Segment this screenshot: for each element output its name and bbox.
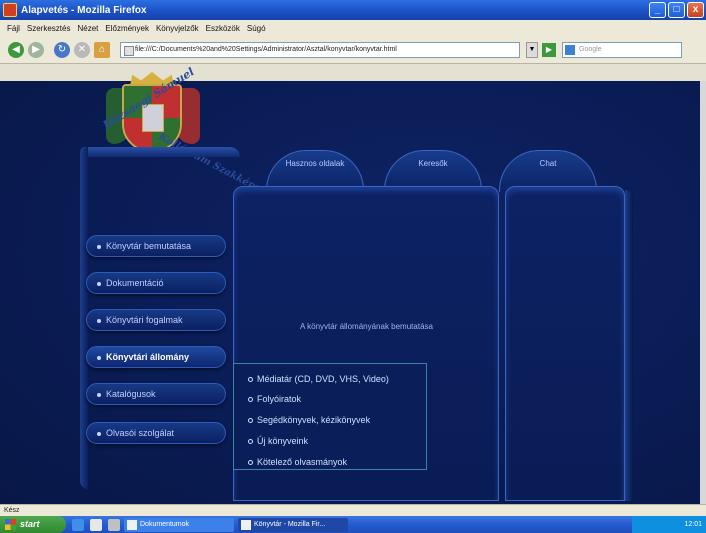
forward-button[interactable]: ▶	[28, 41, 44, 58]
windows-taskbar: start Dokumentumok Könyvtár - Mozilla Fi…	[0, 516, 706, 533]
nav-item-label: Katalógusok	[106, 389, 156, 399]
menu-edit[interactable]: Szerkesztés	[27, 24, 71, 33]
main-panel-caption: A könyvtár állományának bemutatása	[300, 322, 433, 331]
submenu-item-new-books[interactable]: Új könyveink	[248, 436, 308, 446]
panel-frame-edge	[625, 190, 633, 501]
window-titlebar: Alapvetés - Mozilla Firefox _ □ x	[0, 0, 706, 20]
nav-item-library-concepts[interactable]: Könyvtári fogalmak	[86, 309, 226, 331]
tab-label: Hasznos oldalak	[285, 159, 345, 168]
tab-label: Chat	[539, 159, 557, 168]
stop-button[interactable]: ✕	[74, 41, 90, 58]
side-content-panel	[505, 186, 625, 501]
status-bar: Kész	[0, 504, 706, 516]
browser-quicklaunch-icon[interactable]	[72, 518, 84, 531]
firefox-app-icon	[3, 3, 17, 17]
nav-item-label: Olvasói szolgálat	[106, 428, 175, 438]
address-dropdown-button[interactable]: ▼	[526, 41, 538, 58]
minimize-button[interactable]: _	[649, 2, 666, 18]
nav-item-catalogs[interactable]: Katalógusok	[86, 383, 226, 405]
nav-item-label: Könyvtári állomány	[106, 352, 190, 362]
nav-item-reader-service[interactable]: Olvasói szolgálat	[86, 422, 226, 444]
submenu-item-media[interactable]: Médiatár (CD, DVD, VHS, Video)	[248, 374, 389, 384]
menu-help[interactable]: Súgó	[247, 24, 266, 33]
nav-frame-top	[80, 147, 240, 157]
submenu-item-periodicals[interactable]: Folyóiratok	[248, 394, 301, 404]
system-tray-clock: 12:01	[632, 516, 706, 533]
nav-item-documentation[interactable]: Dokumentáció	[86, 272, 226, 294]
go-button[interactable]: ▶	[542, 42, 556, 57]
submenu-item-label: Új könyveink	[257, 436, 309, 446]
start-button[interactable]: start	[0, 516, 66, 533]
submenu-item-label: Folyóiratok	[257, 394, 302, 404]
menu-bookmarks[interactable]: Könyvjelzők	[156, 24, 199, 33]
maximize-button[interactable]: □	[668, 2, 685, 18]
nav-item-library-intro[interactable]: Könyvtár bemutatása	[86, 235, 226, 257]
media-quicklaunch-icon[interactable]	[108, 518, 120, 531]
reload-button[interactable]: ↻	[54, 41, 70, 58]
close-button[interactable]: x	[687, 2, 704, 18]
submenu-item-label: Segédkönyvek, kézikönyvek	[257, 415, 371, 425]
submenu-item-label: Kötelező olvasmányok	[257, 457, 348, 467]
menu-history[interactable]: Előzmények	[105, 24, 149, 33]
nav-item-label: Könyvtár bemutatása	[106, 241, 192, 251]
menu-tools[interactable]: Eszközök	[206, 24, 240, 33]
window-title: Alapvetés - Mozilla Firefox	[21, 4, 147, 16]
window-controls: _ □ x	[649, 2, 704, 18]
submenu-item-reference[interactable]: Segédkönyvek, kézikönyvek	[248, 415, 370, 425]
taskbar-item-documents[interactable]: Dokumentumok	[124, 517, 234, 532]
nav-item-label: Könyvtári fogalmak	[106, 315, 183, 325]
nav-item-label: Dokumentáció	[106, 278, 164, 288]
submenu-item-required-reading[interactable]: Kötelező olvasmányok	[248, 457, 347, 467]
menu-bar: Fájl Szerkesztés Nézet Előzmények Könyvj…	[0, 20, 706, 36]
search-input[interactable]: Google	[562, 41, 682, 58]
vertical-scrollbar[interactable]	[700, 81, 706, 504]
tab-label: Keresők	[418, 159, 448, 168]
taskbar-item-firefox[interactable]: Könyvtár - Mozilla Fir...	[238, 517, 348, 532]
nav-item-library-holdings[interactable]: Könyvtári állomány	[86, 346, 226, 368]
submenu-item-label: Médiatár (CD, DVD, VHS, Video)	[257, 374, 389, 384]
holdings-submenu: Médiatár (CD, DVD, VHS, Video) Folyóirat…	[233, 363, 427, 470]
menu-view[interactable]: Nézet	[77, 24, 98, 33]
menu-file[interactable]: Fájl	[7, 24, 20, 33]
back-button[interactable]: ◀	[8, 41, 24, 58]
mail-quicklaunch-icon[interactable]	[90, 518, 102, 531]
